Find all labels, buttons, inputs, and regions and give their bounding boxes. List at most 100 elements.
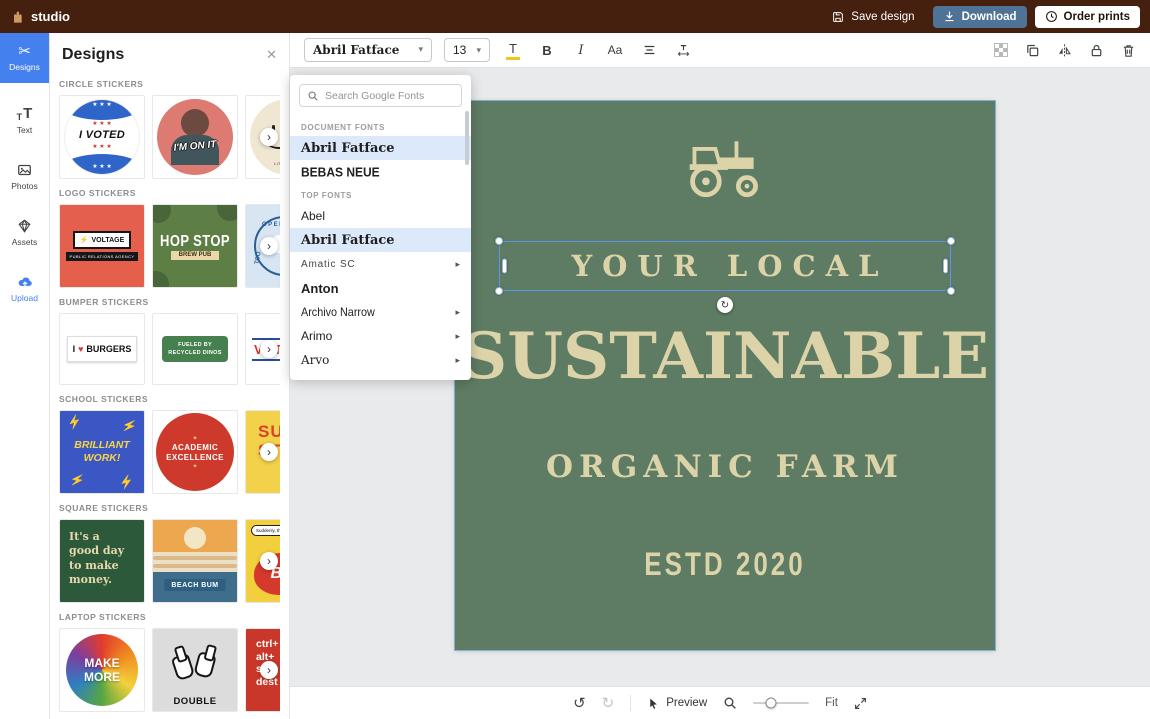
font-size-select[interactable]: 13 ▾ [444, 38, 490, 62]
decor-hand-cursor [193, 651, 217, 679]
cloud-upload-icon [16, 274, 34, 290]
resize-handle-top-left[interactable] [495, 237, 503, 245]
zoom-slider[interactable] [753, 702, 809, 704]
font-option-abril-fatface[interactable]: Abril Fatface [290, 228, 471, 252]
font-option-abel[interactable]: Abel [290, 204, 471, 228]
order-prints-button[interactable]: Order prints [1035, 6, 1140, 28]
diamond-icon [16, 218, 33, 234]
sidebar-item-designs[interactable]: ✂ Designs [0, 33, 49, 83]
resize-handle-right[interactable] [943, 259, 948, 274]
italic-button[interactable]: I [570, 38, 592, 62]
zoom-icon[interactable] [723, 696, 737, 710]
sidebar-item-assets[interactable]: Assets [0, 207, 49, 257]
sticker-text: BRILLIANT [74, 439, 129, 452]
preview-button[interactable]: Preview [647, 697, 707, 710]
studio-logo[interactable]: studio [10, 9, 70, 25]
sticker-art: ⚡ VOLTAGE PUBLIC RELATIONS AGENCY [60, 205, 144, 287]
sticker-thumbnail-hop-stop[interactable]: HOP STOP BREW PUB [152, 204, 238, 288]
sidebar-item-text[interactable]: TT Text [0, 95, 49, 145]
transparency-button[interactable] [994, 43, 1008, 57]
delete-button[interactable] [1121, 43, 1136, 58]
sidebar-item-photos[interactable]: Photos [0, 151, 49, 201]
section-label: LOGO STICKERS [59, 188, 280, 198]
font-option-label: Arimo [301, 329, 332, 343]
close-panel-icon[interactable]: ✕ [266, 47, 277, 63]
font-option-archivo-narrow[interactable]: Archivo Narrow ▸ [290, 300, 471, 324]
font-option-label: Abel [301, 209, 325, 223]
font-dropdown: DOCUMENT FONTS Abril Fatface Bebas Neue … [290, 75, 471, 380]
decor-leaf [217, 205, 237, 221]
lock-button[interactable] [1089, 43, 1104, 58]
selected-text-element[interactable]: YOUR LOCAL ↻ [499, 241, 951, 291]
redo-button[interactable]: ↻ [602, 696, 615, 711]
font-family-select[interactable]: Abril Fatface ▾ [304, 38, 432, 62]
font-option-bebas-neue[interactable]: Bebas Neue [290, 160, 471, 184]
dropdown-scrollbar[interactable] [465, 111, 469, 165]
font-option-amatic-sc[interactable]: Amatic SC ▸ [290, 252, 471, 276]
text-case-button[interactable]: Aa [604, 38, 626, 62]
logo-text: studio [31, 9, 70, 24]
save-design-label: Save design [851, 11, 914, 23]
design-heading-text[interactable]: YOUR LOCAL [500, 242, 950, 290]
font-option-label: Bebas Neue [301, 164, 380, 179]
decor-sun [184, 527, 206, 549]
font-option-label: Abril Fatface [301, 233, 395, 248]
chevron-right-icon: › [267, 342, 271, 356]
font-option-arimo[interactable]: Arimo ▸ [290, 324, 471, 348]
save-design-button[interactable]: Save design [821, 6, 924, 28]
row-scroll-next-button[interactable]: › [260, 661, 278, 679]
designs-panel: Designs ✕ CIRCLE STICKERS ★ ★ ★ ★ ★ ★ ★ … [50, 33, 290, 719]
sticker-thumbnail-brilliant-work[interactable]: ⚡ ⚡ ⚡ ⚡ BRILLIANT WORK! [59, 410, 145, 494]
resize-handle-top-right[interactable] [947, 237, 955, 245]
zoom-slider-knob[interactable] [766, 698, 777, 709]
font-search-input[interactable] [325, 90, 454, 102]
sticker-thumbnail-dinos[interactable]: FUELED BY RECYCLED DINOS [152, 313, 238, 385]
sticker-text: SU [258, 423, 280, 442]
sticker-thumbnail-i-voted[interactable]: ★ ★ ★ ★ ★ ★ ★ ★ ★ I VOTED ★ ★ ★ [59, 95, 145, 179]
design-subtitle-text[interactable]: ORGANIC FARM [455, 449, 995, 485]
design-artboard[interactable]: YOUR LOCAL ↻ SUSTAINABLE ORGANIC FARM ES… [455, 101, 995, 650]
download-button[interactable]: Download [933, 6, 1027, 28]
bolt-icon: ⚡ [120, 417, 138, 435]
designs-panel-header: Designs ✕ [50, 33, 289, 70]
app-body: ✂ Designs TT Text Photos Assets [0, 33, 1150, 719]
sticker-badge: ⚡ VOLTAGE [73, 231, 132, 249]
sticker-row-laptop: MAKE MORE DOUBLE [59, 628, 280, 712]
font-option-anton[interactable]: Anton [290, 276, 471, 300]
resize-handle-left[interactable] [502, 259, 507, 274]
row-scroll-next-button[interactable]: › [260, 443, 278, 461]
sticker-thumbnail-double[interactable]: DOUBLE [152, 628, 238, 712]
duplicate-button[interactable] [1025, 43, 1040, 58]
bold-button[interactable]: B [536, 38, 558, 62]
text-color-button[interactable]: T [502, 38, 524, 62]
resize-handle-bottom-left[interactable] [495, 287, 503, 295]
font-search-box[interactable] [299, 84, 462, 107]
fullscreen-icon[interactable] [854, 697, 867, 710]
text-align-button[interactable] [638, 38, 660, 62]
sticker-thumbnail-make-more[interactable]: MAKE MORE [59, 628, 145, 712]
sidebar-item-upload[interactable]: Upload [0, 263, 49, 313]
sticker-thumbnail-voltage[interactable]: ⚡ VOLTAGE PUBLIC RELATIONS AGENCY [59, 204, 145, 288]
fit-button[interactable]: Fit [825, 697, 838, 709]
flip-button[interactable] [1057, 43, 1072, 58]
resize-handle-bottom-right[interactable] [947, 287, 955, 295]
row-scroll-next-button[interactable]: › [260, 552, 278, 570]
sticker-thumbnail-beach-bum[interactable]: BEACH BUM [152, 519, 238, 603]
row-scroll-next-button[interactable]: › [260, 237, 278, 255]
sticker-art: MAKE MORE [60, 629, 144, 711]
sticker-text: EXCELLENCE [166, 453, 224, 462]
bottom-bar: ↺ ↻ Preview Fit [290, 686, 1150, 719]
undo-button[interactable]: ↺ [573, 696, 586, 711]
sticker-thumbnail-good-day[interactable]: It's a good day to make money. [59, 519, 145, 603]
design-footer-text[interactable]: ESTD 2020 [455, 545, 995, 584]
design-title-text[interactable]: SUSTAINABLE [455, 319, 995, 394]
row-scroll-next-button[interactable]: › [260, 128, 278, 146]
font-option-arvo[interactable]: Arvo ▸ [290, 348, 471, 372]
sticker-thumbnail-burgers[interactable]: I ♥ BURGERS [59, 313, 145, 385]
font-option-abril-fatface-doc[interactable]: Abril Fatface [290, 136, 471, 160]
row-scroll-next-button[interactable]: › [260, 340, 278, 358]
sticker-thumbnail-academic[interactable]: ✦ ACADEMIC EXCELLENCE ✦ [152, 410, 238, 494]
sticker-thumbnail-im-on-it[interactable]: I'M ON IT [152, 95, 238, 179]
rotate-handle[interactable]: ↻ [717, 297, 733, 313]
text-spacing-button[interactable] [672, 38, 694, 62]
